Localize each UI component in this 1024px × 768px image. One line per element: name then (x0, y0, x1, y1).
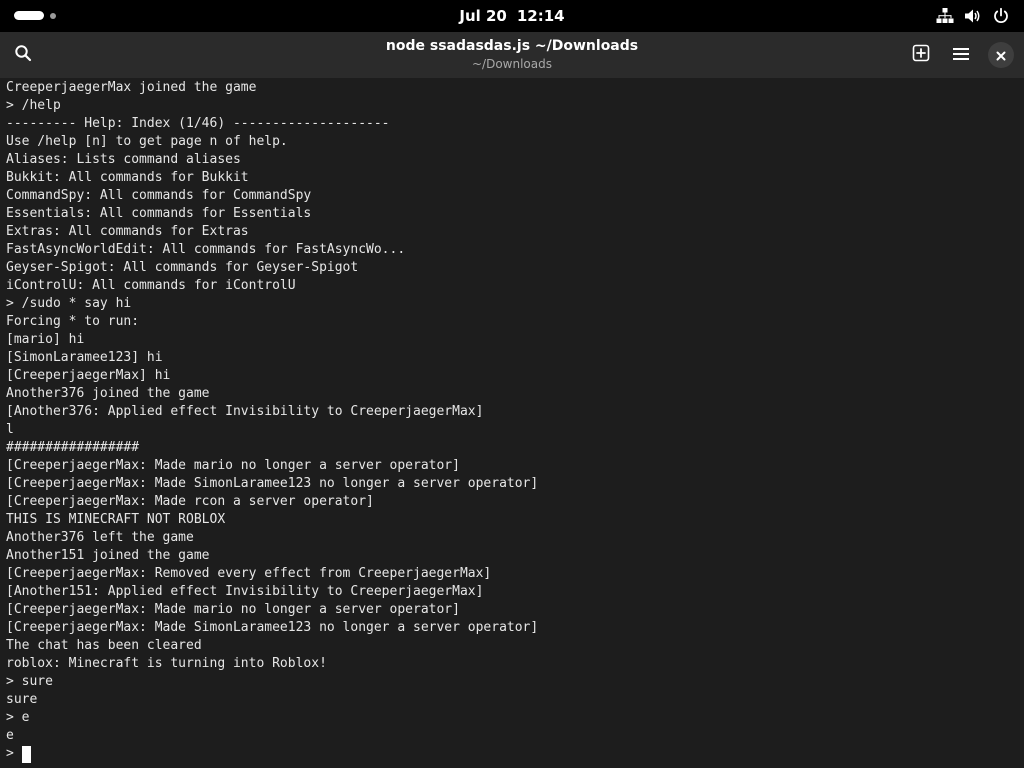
terminal-line: [CreeperjaegerMax: Made SimonLaramee123 … (6, 620, 539, 635)
terminal-cursor (21, 745, 31, 763)
terminal-line: [mario] hi (6, 332, 85, 347)
terminal-line: iControlU: All commands for iControlU (6, 278, 296, 293)
terminal-line: --------- Help: Index (1/46) -----------… (6, 116, 390, 131)
terminal-line: Aliases: Lists command aliases (6, 152, 241, 167)
system-top-bar: Jul 20 12:14 (0, 0, 1024, 32)
terminal-line: roblox: Minecraft is turning into Roblox… (6, 656, 327, 671)
close-icon (996, 46, 1006, 65)
terminal-header-bar: node ssadasdas.js ~/Downloads ~/Download… (0, 32, 1024, 78)
close-window-button[interactable] (988, 42, 1014, 68)
window-title: node ssadasdas.js ~/Downloads (385, 38, 639, 54)
window-title-area: node ssadasdas.js ~/Downloads ~/Download… (200, 37, 824, 72)
terminal-line: CommandSpy: All commands for CommandSpy (6, 188, 312, 203)
terminal-line: Another151 joined the game (6, 548, 210, 563)
terminal-line: The chat has been cleared (6, 638, 202, 653)
terminal-line: [CreeperjaegerMax] hi (6, 368, 171, 383)
network-icon[interactable] (936, 7, 954, 25)
terminal-line: [CreeperjaegerMax: Removed every effect … (6, 566, 492, 581)
terminal-line: > /sudo * say hi (6, 296, 132, 311)
main-menu-button[interactable] (946, 40, 976, 70)
terminal-line: Use /help [n] to get page n of help. (6, 134, 288, 149)
terminal-line: > sure (6, 674, 53, 689)
terminal-line: THIS IS MINECRAFT NOT ROBLOX (6, 512, 226, 527)
search-icon (14, 44, 32, 66)
workspace-active-pill (14, 11, 44, 20)
terminal-line: > e (6, 710, 30, 725)
terminal-line: [Another151: Applied effect Invisibility… (6, 584, 484, 599)
power-icon[interactable] (992, 7, 1010, 25)
volume-icon[interactable] (964, 7, 982, 25)
search-button[interactable] (8, 40, 38, 70)
terminal-line: [CreeperjaegerMax: Made SimonLaramee123 … (6, 476, 539, 491)
terminal-line: [CreeperjaegerMax: Made mario no longer … (6, 458, 460, 473)
terminal-line: > /help (6, 98, 61, 113)
clock-time: 12:14 (516, 7, 565, 25)
terminal-prompt: > (6, 746, 22, 761)
terminal-prompt-line[interactable]: > (6, 745, 1024, 763)
terminal-line: [SimonLaramee123] hi (6, 350, 163, 365)
terminal-line: Essentials: All commands for Essentials (6, 206, 312, 221)
workspace-dot (50, 12, 56, 19)
terminal-line: Extras: All commands for Extras (6, 224, 249, 239)
terminal-line: Bukkit: All commands for Bukkit (6, 170, 249, 185)
terminal-lines: CreeperjaegerMax joined the game > /help -… (0, 78, 1024, 763)
terminal-line: FastAsyncWorldEdit: All commands for Fas… (6, 242, 406, 257)
terminal-line: sure (6, 692, 38, 707)
terminal-line: e (6, 728, 14, 743)
terminal-line: [CreeperjaegerMax: Made mario no longer … (6, 602, 460, 617)
window-subtitle: ~/Downloads (472, 57, 552, 71)
new-tab-icon (912, 44, 930, 66)
terminal-line: Another376 left the game (6, 530, 194, 545)
terminal-line: [Another376: Applied effect Invisibility… (6, 404, 484, 419)
terminal-line: CreeperjaegerMax joined the game (6, 80, 257, 95)
new-tab-button[interactable] (906, 40, 936, 70)
terminal-line: ################# (6, 440, 140, 455)
system-tray[interactable] (936, 7, 1010, 25)
terminal-line: Geyser-Spigot: All commands for Geyser-S… (6, 260, 359, 275)
date-time-clock[interactable]: Jul 20 12:14 (0, 0, 1024, 32)
clock-date: Jul 20 (459, 7, 507, 25)
activities-indicator[interactable] (14, 11, 56, 20)
terminal-line: l (6, 422, 14, 437)
terminal-line: [CreeperjaegerMax: Made rcon a server op… (6, 494, 374, 509)
hamburger-menu-icon (953, 46, 969, 65)
terminal-line: Another376 joined the game (6, 386, 210, 401)
terminal-output-area[interactable]: CreeperjaegerMax joined the game > /help -… (0, 78, 1024, 768)
terminal-line: Forcing * to run: (6, 314, 140, 329)
